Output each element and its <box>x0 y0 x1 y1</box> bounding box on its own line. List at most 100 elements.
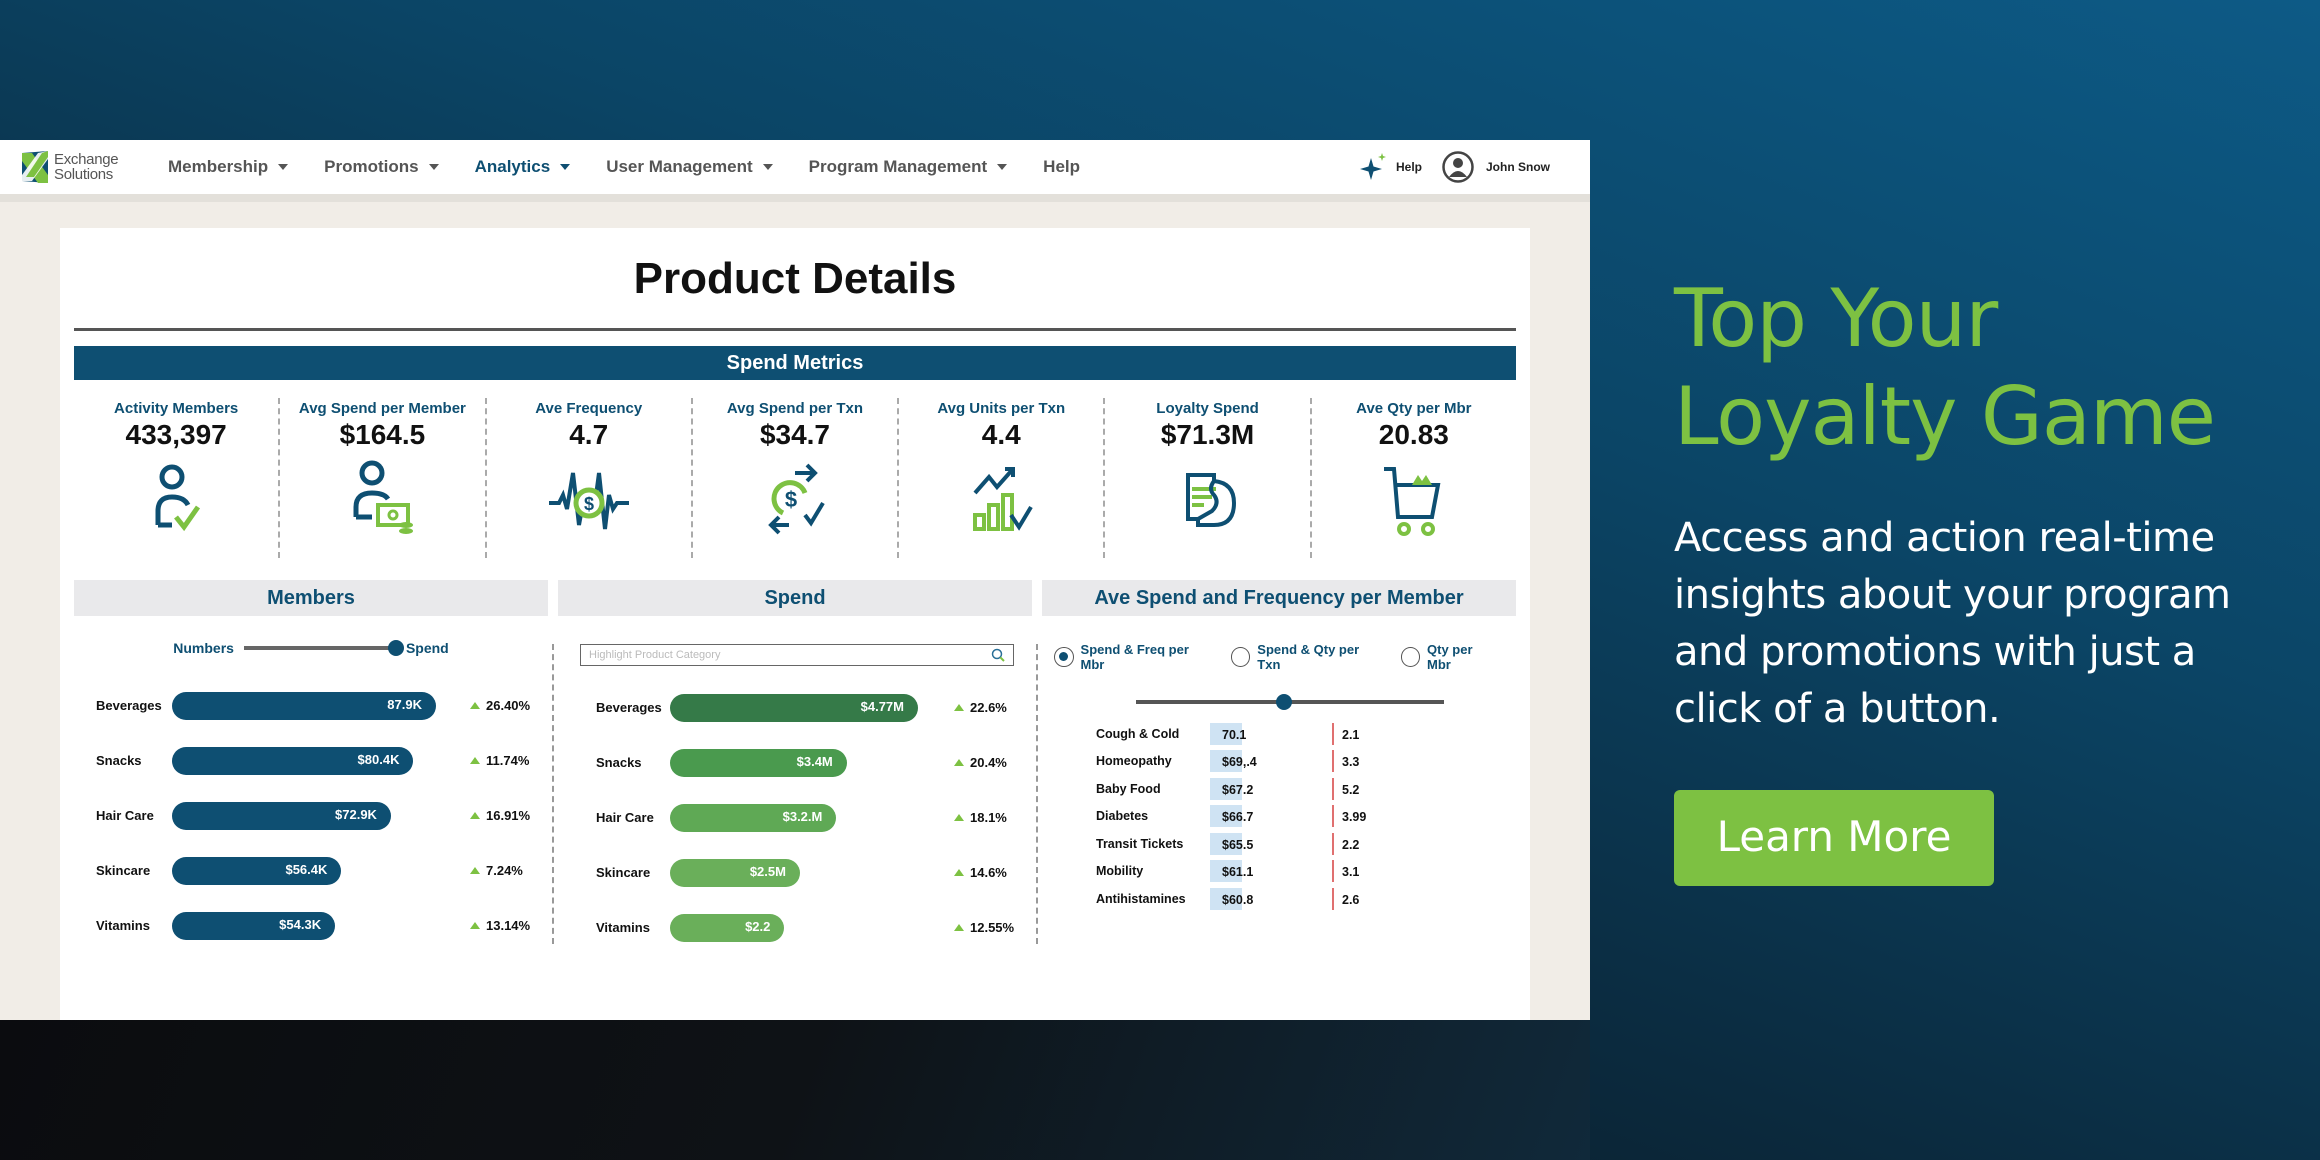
promo-body: Access and action real-time insights abo… <box>1674 515 2231 732</box>
category-label: Diabetes <box>1096 809 1149 824</box>
ai-help-button[interactable]: Help <box>1358 152 1422 182</box>
radio-unselected-icon[interactable] <box>1230 647 1251 667</box>
up-triangle-icon <box>470 922 480 929</box>
bar-row[interactable]: Beverages 87.9K 26.40% <box>74 678 548 733</box>
member-check-icon <box>155 464 201 532</box>
radio-selected-icon[interactable] <box>1054 647 1074 667</box>
members-bar-list: Beverages 87.9K 26.40% Snacks $80.4K 11.74% Ha… <box>74 678 548 953</box>
bar-row[interactable]: Beverages $4.77M 22.6% <box>558 680 1032 735</box>
up-triangle-icon <box>954 704 964 711</box>
metric-avg-spend-txn: Avg Spend per Txn $34.7 $ <box>690 398 897 558</box>
nav-analytics[interactable]: Analytics <box>475 157 571 177</box>
nav-help[interactable]: Help <box>1043 157 1080 177</box>
bar[interactable]: $2.2 <box>670 913 785 942</box>
bar[interactable]: $80.4K <box>172 746 414 775</box>
nav-user-management[interactable]: User Management <box>606 157 773 177</box>
bar[interactable]: $3.4M <box>670 748 847 777</box>
category-label: Hair Care <box>596 810 654 825</box>
user-menu[interactable]: John Snow <box>1442 151 1550 183</box>
bar-row[interactable]: Vitamins $2.2 12.55% <box>558 900 1032 955</box>
spend-metrics-header: Spend Metrics <box>74 346 1516 380</box>
category-label: Mobility <box>1096 864 1144 879</box>
toggle-knob[interactable] <box>387 640 404 656</box>
numbers-spend-toggle: Numbers Spend <box>74 640 548 656</box>
dollar-pulse-icon: $ <box>548 472 629 530</box>
slider-knob[interactable] <box>1275 694 1292 710</box>
nav-membership[interactable]: Membership <box>168 157 289 177</box>
bar-row[interactable]: Snacks $80.4K 11.74% <box>74 733 548 788</box>
panel-divider <box>552 644 554 944</box>
bar-row[interactable]: Hair Care $72.9K 16.91% <box>74 788 548 843</box>
bar[interactable]: $56.4K <box>172 856 342 885</box>
toggle-label-spend[interactable]: Spend <box>406 640 449 656</box>
range-slider[interactable] <box>1136 694 1444 710</box>
radio-spend-qty-per-txn[interactable]: Spend & Qty per Txn <box>1230 642 1383 672</box>
radio-unselected-icon[interactable] <box>1400 647 1421 667</box>
bar-track: $72.9K <box>172 801 452 830</box>
frequency-cell: 3.1 <box>1332 860 1359 883</box>
bar[interactable]: $3.2.M <box>670 803 837 832</box>
category-label: Hair Care <box>96 808 154 823</box>
bar-row[interactable]: Snacks $3.4M 20.4% <box>558 735 1032 790</box>
nav-right: Help John Snow <box>1358 151 1550 183</box>
toggle-label-numbers[interactable]: Numbers <box>173 640 234 656</box>
up-triangle-icon <box>954 924 964 931</box>
bar-row[interactable]: Hair Care $3.2.M 18.1% <box>558 790 1032 845</box>
spend-cell: 70.1 <box>1210 722 1332 745</box>
member-cash-icon <box>353 460 414 534</box>
toggle-track[interactable] <box>243 640 404 656</box>
nav-promotions[interactable]: Promotions <box>324 157 439 177</box>
table-row[interactable]: Baby Food $67.2 5.2 <box>1042 775 1516 803</box>
table-row[interactable]: Cough & Cold 70.1 2.1 <box>1042 720 1516 748</box>
table-row[interactable]: Transit Tickets $65.5 2.2 <box>1042 830 1516 858</box>
search-icon[interactable] <box>991 648 1005 662</box>
change-value: 22.6% <box>954 700 1007 715</box>
up-triangle-icon <box>470 867 480 874</box>
logo-text: Exchange Solutions <box>54 151 119 183</box>
bar-track: $4.77M <box>670 693 936 722</box>
radio-qty-per-mbr[interactable]: Qty per Mbr <box>1400 642 1499 672</box>
metrics-row: Activity Members 433,397 Avg Spend per M… <box>74 398 1516 558</box>
radio-spend-freq-per-mbr[interactable]: Spend & Freq per Mbr <box>1054 642 1213 672</box>
logo[interactable]: Exchange Solutions <box>22 151 152 183</box>
change-value: 16.91% <box>470 808 530 823</box>
bar-row[interactable]: Vitamins $54.3K 13.14% <box>74 898 548 953</box>
bar-track: $56.4K <box>172 856 452 885</box>
bar[interactable]: $54.3K <box>172 911 336 940</box>
members-panel: Members Numbers Spend Beverages 87.9K 26.4… <box>74 580 554 960</box>
bar[interactable]: $4.77M <box>670 693 918 722</box>
highlight-category-search[interactable]: Highlight Product Category <box>580 644 1014 666</box>
category-label: Skincare <box>96 863 151 878</box>
change-value: 11.74% <box>470 753 529 768</box>
caret-down-icon <box>560 164 571 170</box>
change-value: 18.1% <box>954 810 1007 825</box>
nav-program-management[interactable]: Program Management <box>809 157 1008 177</box>
spend-cell: $66.7 <box>1210 805 1332 828</box>
bar-row[interactable]: Skincare $2.5M 14.6% <box>558 845 1032 900</box>
panels: Members Numbers Spend Beverages 87.9K 26.4… <box>74 580 1516 960</box>
up-triangle-icon <box>470 812 480 819</box>
up-triangle-icon <box>954 814 964 821</box>
metric-loyalty-spend: Loyalty Spend $71.3M <box>1103 398 1309 558</box>
change-value: 7.24% <box>470 863 523 878</box>
bar[interactable]: $72.9K <box>172 801 391 830</box>
bar[interactable]: 87.9K <box>172 691 436 720</box>
category-label: Vitamins <box>596 920 650 935</box>
spend-cell: $61.1 <box>1210 860 1332 883</box>
category-label: Homeopathy <box>1096 754 1172 769</box>
change-value: 13.14% <box>470 918 530 933</box>
caret-down-icon <box>997 164 1008 170</box>
table-row[interactable]: Diabetes $66.7 3.99 <box>1042 803 1516 831</box>
table-row[interactable]: Antihistamines $60.8 2.6 <box>1042 885 1516 913</box>
bar[interactable]: $2.5M <box>670 858 800 887</box>
category-label: Cough & Cold <box>1096 726 1180 741</box>
table-row[interactable]: Homeopathy $69,.4 3.3 <box>1042 748 1516 776</box>
table-row[interactable]: Mobility $61.1 3.1 <box>1042 858 1516 886</box>
bar-track: $3.4M <box>670 748 936 777</box>
category-label: Snacks <box>96 753 142 768</box>
metric-ave-frequency: Ave Frequency 4.7 $ <box>484 398 691 558</box>
learn-more-button[interactable]: Learn More <box>1674 790 1994 886</box>
bar-row[interactable]: Skincare $56.4K 7.24% <box>74 843 548 898</box>
category-label: Beverages <box>96 698 162 713</box>
product-details-card: Product Details Spend Metrics Activity M… <box>60 228 1530 1020</box>
